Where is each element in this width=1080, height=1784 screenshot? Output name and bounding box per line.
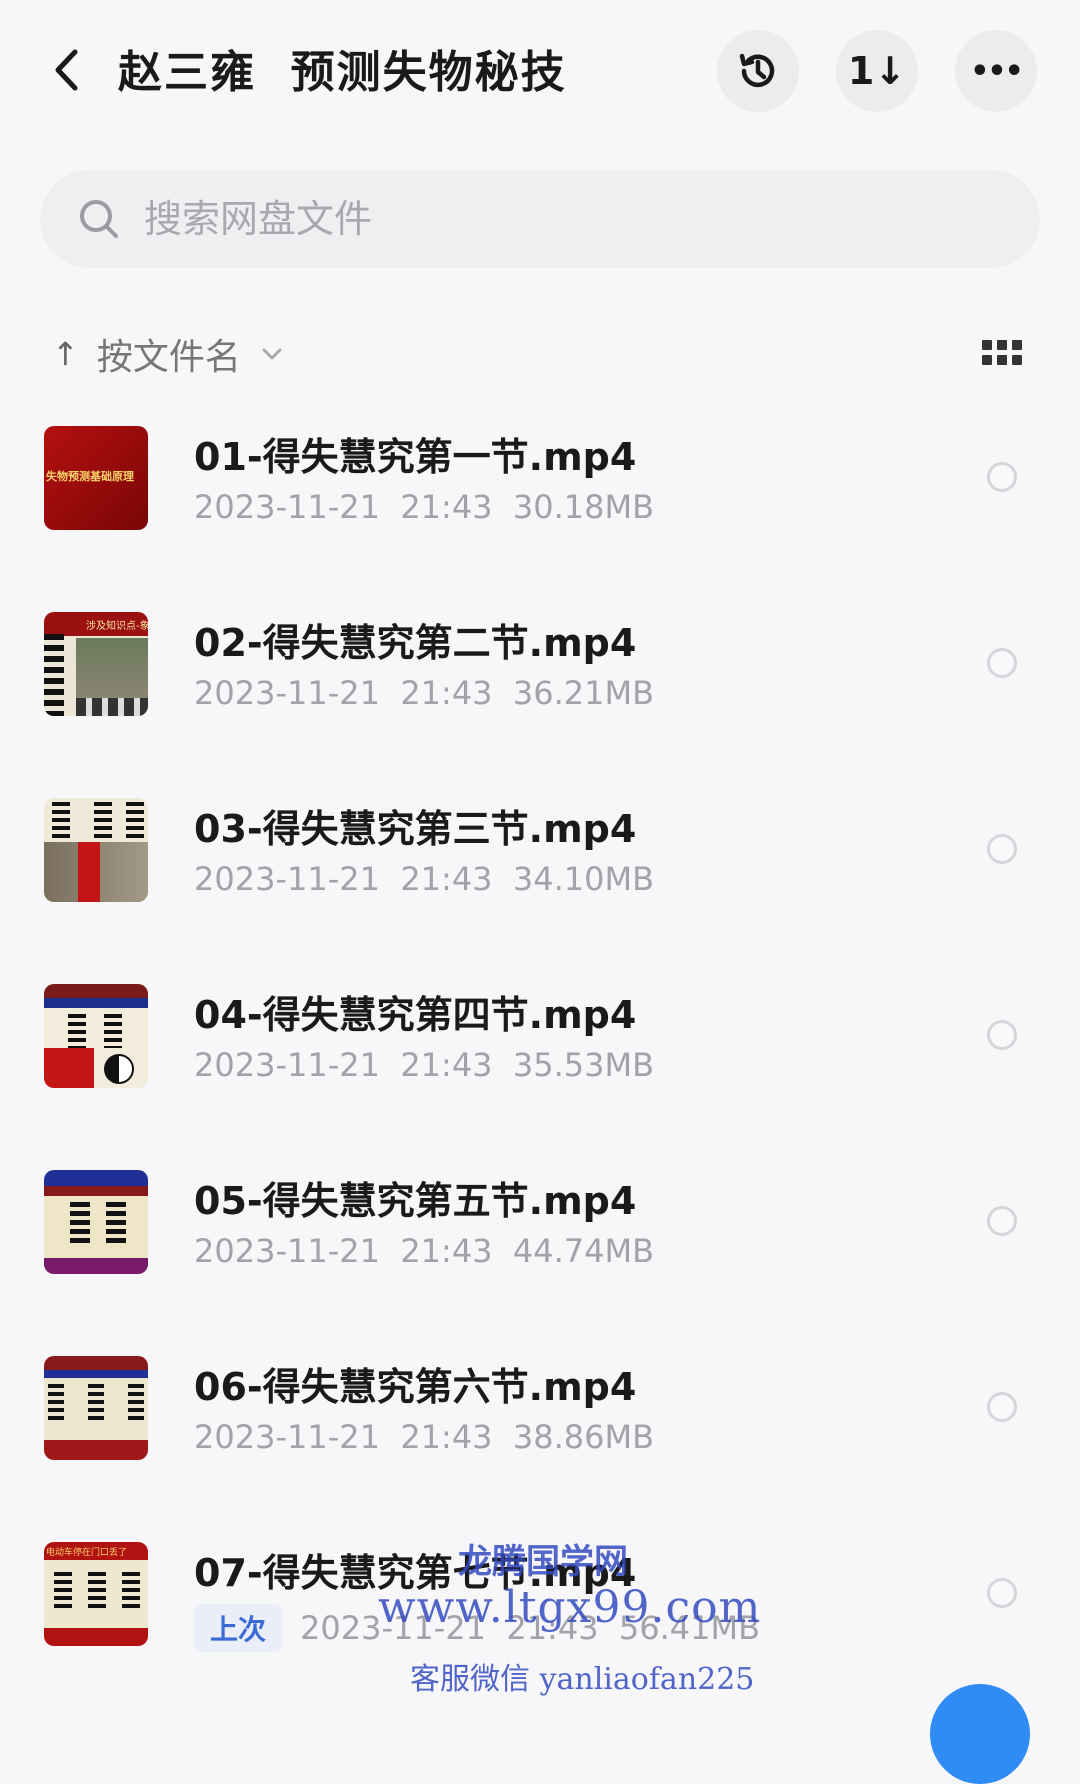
file-meta: 2023-11-21 21:43 30.18MB [194, 488, 655, 526]
more-button[interactable]: ••• [955, 30, 1037, 112]
video-thumbnail: 失物预测基础原理 [44, 426, 148, 530]
select-radio[interactable] [987, 1578, 1017, 1608]
video-thumbnail: 涉及知识点-象 [44, 612, 148, 716]
list-item[interactable]: 失物预测基础原理 01-得失慧究第一节.mp4 2023-11-21 21:43… [0, 420, 1080, 570]
video-thumbnail: 电动车停在门口丢了 [44, 1542, 148, 1646]
list-item[interactable]: 04-得失慧究第四节.mp4 2023-11-21 21:43 35.53MB [0, 978, 1080, 1128]
grid-view-button[interactable] [982, 340, 1022, 372]
select-radio[interactable] [987, 1392, 1017, 1422]
sort-label: 按文件名 [96, 337, 241, 378]
history-button[interactable] [717, 30, 799, 112]
last-played-tag: 上次 [194, 1604, 283, 1652]
list-item[interactable]: 涉及知识点-象 02-得失慧究第二节.mp4 2023-11-21 21:43 … [0, 606, 1080, 756]
top-bar: 赵三雍 预测失物秘技 1↓ ••• [0, 0, 1080, 140]
search-bar[interactable] [40, 170, 1040, 268]
more-dots-icon: ••• [970, 53, 1024, 89]
search-icon [78, 198, 120, 240]
list-item[interactable]: 05-得失慧究第五节.mp4 2023-11-21 21:43 44.74MB [0, 1164, 1080, 1314]
file-name: 05-得失慧究第五节.mp4 [194, 1179, 637, 1223]
select-radio[interactable] [987, 1206, 1017, 1236]
video-thumbnail [44, 1170, 148, 1274]
video-thumbnail [44, 798, 148, 902]
thumbnail-text: 电动车停在门口丢了 [46, 1548, 128, 1558]
file-meta: 2023-11-21 21:43 44.74MB [194, 1232, 655, 1270]
select-radio[interactable] [987, 834, 1017, 864]
select-radio[interactable] [987, 462, 1017, 492]
sort-button[interactable]: 1↓ [836, 30, 918, 112]
file-name: 03-得失慧究第三节.mp4 [194, 807, 637, 851]
video-thumbnail [44, 1356, 148, 1460]
select-radio[interactable] [987, 648, 1017, 678]
file-meta: 2023-11-21 21:43 34.10MB [194, 860, 655, 898]
file-name: 04-得失慧究第四节.mp4 [194, 993, 637, 1037]
page-title: 赵三雍 预测失物秘技 [118, 47, 567, 98]
list-item[interactable]: 03-得失慧究第三节.mp4 2023-11-21 21:43 34.10MB [0, 792, 1080, 942]
file-meta: 2023-11-21 21:43 36.21MB [194, 674, 655, 712]
history-icon [739, 53, 775, 88]
sort-arrows-icon: 1↓ [847, 49, 907, 93]
chevron-down-icon [262, 348, 282, 360]
floating-action-button[interactable] [930, 1684, 1030, 1784]
select-radio[interactable] [987, 1020, 1017, 1050]
thumbnail-text: 涉及知识点-象 [86, 621, 148, 632]
file-name: 06-得失慧究第六节.mp4 [194, 1365, 637, 1409]
file-name: 07-得失慧究第七节.mp4 [194, 1551, 637, 1595]
sort-ascending-icon: ↑ [52, 335, 79, 373]
file-name: 01-得失慧究第一节.mp4 [194, 435, 637, 479]
file-meta: 2023-11-21 21:43 38.86MB [194, 1418, 655, 1456]
video-thumbnail [44, 984, 148, 1088]
sort-by-filename[interactable]: ↑ 按文件名 [52, 328, 283, 380]
list-item[interactable]: 电动车停在门口丢了 07-得失慧究第七节.mp4 上次 2023-11-21 21… [0, 1536, 1080, 1686]
file-name: 02-得失慧究第二节.mp4 [194, 621, 637, 665]
chevron-left-icon [55, 49, 78, 91]
thumbnail-text: 失物预测基础原理 [46, 470, 134, 483]
search-input[interactable] [142, 196, 966, 242]
list-item[interactable]: 06-得失慧究第六节.mp4 2023-11-21 21:43 38.86MB [0, 1350, 1080, 1500]
file-meta: 上次 2023-11-21 21:43 56.41MB [194, 1604, 760, 1652]
file-meta: 2023-11-21 21:43 35.53MB [194, 1046, 655, 1084]
back-button[interactable] [44, 40, 88, 100]
